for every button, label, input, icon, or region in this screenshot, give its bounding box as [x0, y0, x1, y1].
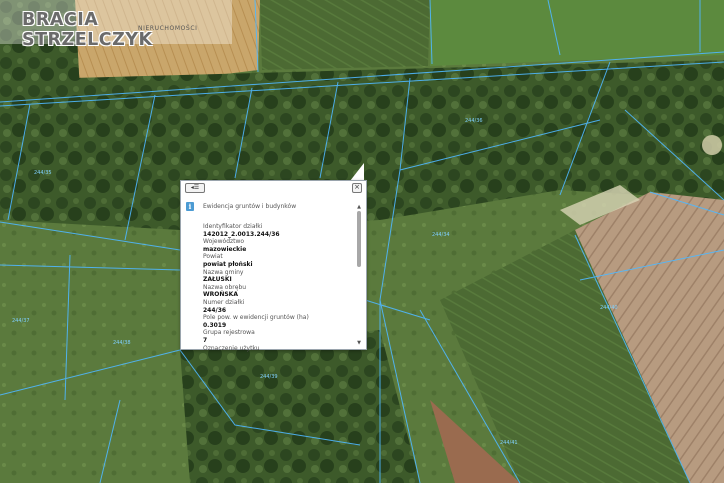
field-value: WROŃSKA — [203, 291, 238, 299]
field-value: mazowieckie — [203, 245, 247, 253]
scroll-thumb[interactable] — [357, 211, 361, 267]
popup-pointer — [350, 163, 364, 181]
parcel-number: 244/38 — [113, 340, 131, 346]
field-label: Grupa rejestrowa — [203, 329, 255, 337]
field-label: Pole pow. w ewidencji gruntów (ha) — [203, 314, 309, 322]
parcel-number: 244/34 — [432, 232, 450, 238]
scroll-up-icon[interactable]: ▲ — [356, 205, 362, 210]
parcel-number: 244/36 — [465, 118, 483, 124]
field-label: Numer działki — [203, 298, 245, 306]
parcel-number: 244/37 — [12, 318, 30, 324]
field-label: Powiat — [203, 253, 223, 261]
parcel-info-popup: ◂☰ × i Ewidencja gruntów i budynków Iden… — [180, 180, 367, 352]
field-value: ZAŁUSKI — [203, 276, 232, 284]
close-icon[interactable]: × — [352, 183, 362, 193]
brand-title: BRACIA STRZELCZYK — [22, 10, 153, 50]
field-value: 7 — [203, 336, 208, 344]
field-label: Oznaczenie użytku — [203, 344, 260, 352]
field-value: 244/36 — [203, 306, 227, 314]
field-value: powiat płoński — [203, 260, 253, 268]
parcel-number: 244/35 — [34, 170, 52, 176]
scroll-down-icon[interactable]: ▼ — [356, 341, 362, 346]
attribute-list: Identyfikator działki 142012_2.0013.244/… — [203, 223, 353, 352]
list-back-icon[interactable]: ◂☰ — [185, 183, 205, 193]
popup-scrollbar[interactable]: ▲ ▼ — [356, 205, 362, 347]
field-value: 142012_2.0013.244/36 — [203, 230, 280, 238]
parcel-number: 244/40 — [600, 305, 618, 311]
info-icon: i — [186, 202, 194, 211]
brand-subtitle: NIERUCHOMOŚCI — [138, 25, 198, 32]
field-label: Identyfikator działki — [203, 223, 263, 230]
field-label: Województwo — [203, 238, 245, 246]
field-label: Nazwa gminy — [203, 268, 244, 276]
field-value: 0.3019 — [203, 321, 227, 329]
brand-logo: BRACIA STRZELCZYK NIERUCHOMOŚCI — [0, 0, 232, 50]
layer-title: Ewidencja gruntów i budynków — [203, 203, 297, 210]
parcel-number: 244/39 — [260, 374, 278, 380]
parcel-number: 244/41 — [500, 440, 518, 446]
popup-header: ◂☰ × — [181, 181, 366, 193]
